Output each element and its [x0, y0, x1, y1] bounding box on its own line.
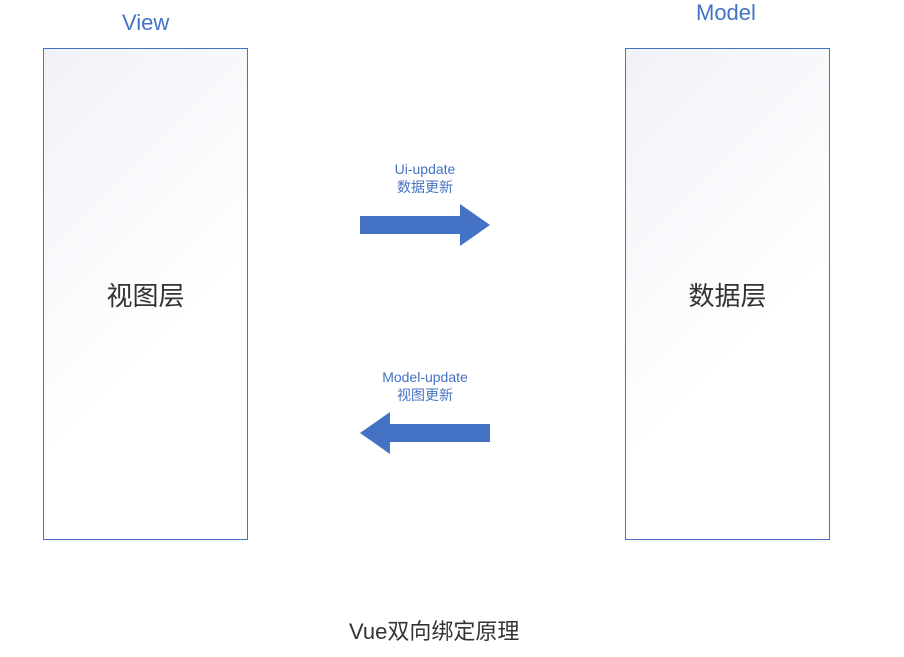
view-header-label: View: [122, 10, 169, 36]
model-box: 数据层: [625, 48, 830, 540]
arrow-left-label-line2: 视图更新: [382, 386, 468, 404]
diagram-caption: Vue双向绑定原理: [349, 614, 519, 646]
view-box: 视图层: [43, 48, 248, 540]
arrow-left-section: Model-update 视图更新: [360, 368, 490, 454]
arrow-right-icon: [360, 204, 490, 246]
arrow-left-label-line1: Model-update: [382, 368, 468, 386]
arrow-right-section: Ui-update 数据更新: [360, 160, 490, 246]
arrow-left-icon: [360, 412, 490, 454]
arrow-left-label: Model-update 视图更新: [382, 368, 468, 404]
view-box-label: 视图层: [106, 276, 184, 313]
model-header-label: Model: [696, 0, 756, 26]
arrow-right-label: Ui-update 数据更新: [395, 160, 456, 196]
arrow-right-label-line2: 数据更新: [395, 178, 456, 196]
arrow-right-label-line1: Ui-update: [395, 160, 456, 178]
model-box-label: 数据层: [688, 276, 766, 313]
